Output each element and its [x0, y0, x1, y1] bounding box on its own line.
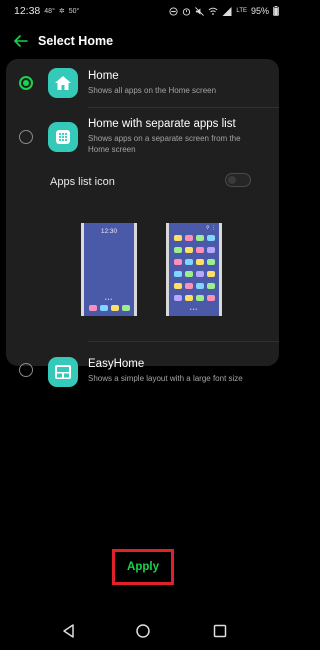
nav-home-icon[interactable] — [134, 622, 152, 640]
weather-icon: ✲ — [58, 8, 65, 15]
status-time: 12:38 — [14, 5, 41, 17]
radio-easyhome[interactable] — [19, 363, 33, 377]
do-not-disturb-icon — [169, 6, 178, 16]
option-home-separate-apps[interactable]: Home with separate apps list Shows apps … — [6, 108, 279, 164]
status-right: LTE 95% — [169, 6, 279, 16]
option-home-separate-apps-description-line2: Home screen — [88, 144, 136, 154]
option-home[interactable]: Home Shows all apps on the Home screen — [6, 59, 279, 107]
status-bar: 12:38 48° ✲ 50° LTE 95% — [0, 0, 285, 22]
back-arrow-icon[interactable] — [12, 32, 30, 50]
option-home-description: Shows all apps on the Home screen — [88, 86, 217, 95]
easyhome-icon — [48, 357, 78, 387]
status-left: 12:38 48° ✲ 50° — [14, 5, 79, 17]
header: Select Home — [0, 28, 285, 54]
home-options-card: Home Shows all apps on the Home screen H… — [6, 59, 279, 366]
apps-list-preview: ⚲ ⋮ ••• — [166, 223, 222, 316]
mute-icon — [195, 6, 205, 16]
weather-temp-1: 48° — [44, 7, 55, 15]
preview-app-grid — [174, 235, 215, 301]
wifi-icon — [208, 7, 218, 15]
option-home-separate-apps-description-line1: Shows apps on a separate screen from the — [88, 134, 241, 143]
page-indicator: ••• — [104, 297, 114, 303]
apply-button[interactable]: Apply — [112, 549, 174, 585]
apps-list-icon-toggle[interactable] — [225, 173, 251, 187]
option-easyhome-description: Shows a simple layout with a large font … — [88, 374, 243, 383]
apps-list-icon-label: Apps list icon — [50, 176, 115, 188]
nav-back-icon[interactable] — [60, 622, 78, 640]
network-type: LTE — [236, 8, 247, 14]
battery-percent: 95% — [250, 6, 269, 16]
navigation-bar — [0, 612, 285, 650]
preview-search-icon: ⚲ ⋮ — [205, 225, 216, 231]
page-indicator: ••• — [189, 307, 199, 313]
home-icon — [48, 68, 78, 98]
battery-icon — [273, 6, 279, 16]
home-screen-preview: 12:30 ••• — [81, 223, 137, 316]
radio-home-separate-apps[interactable] — [19, 130, 33, 144]
option-home-title: Home — [88, 70, 119, 82]
radio-home[interactable] — [19, 76, 33, 90]
alarm-icon — [183, 7, 191, 16]
option-easyhome-row[interactable]: EasyHome Shows a simple layout with a la… — [6, 352, 279, 392]
apps-grid-icon — [48, 122, 78, 152]
option-easyhome-title: EasyHome — [88, 358, 145, 370]
preview-clock: 12:30 — [100, 228, 118, 235]
signal-icon — [222, 6, 232, 16]
weather-temp-2: 50° — [68, 7, 80, 15]
nav-recents-icon[interactable] — [211, 622, 229, 640]
preview-dock — [89, 305, 130, 311]
page-title: Select Home — [38, 34, 114, 48]
option-home-separate-apps-title: Home with separate apps list — [88, 118, 236, 130]
apply-button-label: Apply — [127, 561, 159, 573]
